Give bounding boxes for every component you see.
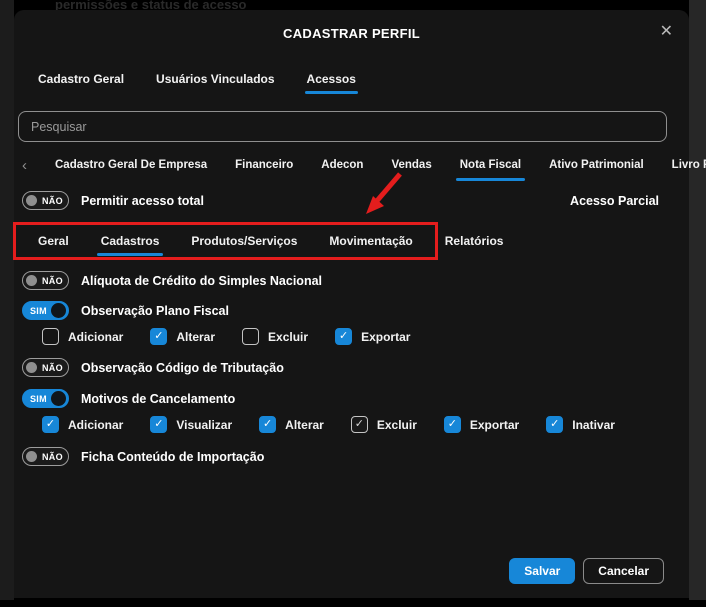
search-input[interactable]	[18, 111, 667, 142]
motivos-cancelamento-toggle[interactable]: SIM	[22, 389, 69, 408]
toggle-knob	[51, 391, 66, 406]
checkbox-label: Visualizar	[176, 418, 232, 432]
checkbox-label: Adicionar	[68, 330, 123, 344]
modal-footer: Salvar Cancelar	[509, 558, 664, 584]
access-total-label: Permitir acesso total	[81, 194, 204, 208]
chevron-left-icon[interactable]: ‹	[20, 159, 29, 173]
module-tab-nota-fiscal[interactable]: Nota Fiscal	[458, 159, 523, 183]
checkbox-label: Excluir	[268, 330, 308, 344]
checkbox-box	[242, 328, 259, 345]
aliquota-label: Alíquota de Crédito do Simples Nacional	[81, 274, 322, 288]
tab-cadastro-geral[interactable]: Cadastro Geral	[36, 72, 126, 96]
checkbox-label: Excluir	[377, 418, 417, 432]
checkbox-exportar[interactable]: ✓ Exportar	[444, 416, 519, 433]
checkbox-label: Exportar	[361, 330, 410, 344]
subtab-relatorios[interactable]: Relatórios	[443, 232, 506, 256]
cadastrar-perfil-modal: CADASTRAR PERFIL ✕ Cadastro Geral Usuári…	[14, 10, 689, 598]
toggle-knob	[26, 362, 37, 373]
observacao-codigo-toggle[interactable]: NÃO	[22, 358, 69, 377]
checkbox-adicionar[interactable]: ✓ Adicionar	[42, 416, 123, 433]
subtab-movimentacao[interactable]: Movimentação	[327, 232, 414, 256]
checkbox-adicionar[interactable]: Adicionar	[42, 328, 123, 345]
motivos-options-row: ✓ Adicionar ✓ Visualizar ✓ Alterar ✓ Exc…	[42, 416, 615, 433]
checkbox-label: Alterar	[176, 330, 215, 344]
modal-tabs: Cadastro Geral Usuários Vinculados Acess…	[36, 72, 358, 96]
toggle-state-label: NÃO	[42, 452, 63, 462]
toggle-knob	[26, 451, 37, 462]
toggle-state-label: NÃO	[42, 276, 63, 286]
tab-acessos[interactable]: Acessos	[305, 72, 358, 96]
motivos-cancelamento-label: Motivos de Cancelamento	[81, 392, 235, 406]
subtabs-highlight-box: Geral Cadastros Produtos/Serviços Movime…	[13, 222, 438, 260]
subtab-cadastros[interactable]: Cadastros	[99, 232, 162, 256]
module-tab-strip: ‹ Cadastro Geral De Empresa Financeiro A…	[20, 159, 673, 183]
aliquota-toggle[interactable]: NÃO	[22, 271, 69, 290]
toggle-state-label: SIM	[30, 394, 47, 404]
check-icon: ✓	[150, 328, 167, 345]
toggle-knob	[26, 195, 37, 206]
access-total-row: NÃO Permitir acesso total Acesso Parcial	[22, 191, 659, 210]
tab-usuarios-vinculados[interactable]: Usuários Vinculados	[154, 72, 276, 96]
cancel-button[interactable]: Cancelar	[583, 558, 664, 584]
permission-row-motivos-cancelamento: SIM Motivos de Cancelamento	[22, 389, 235, 408]
checkbox-box	[42, 328, 59, 345]
check-icon: ✓	[150, 416, 167, 433]
subtab-produtos-servicos[interactable]: Produtos/Serviços	[189, 232, 299, 256]
permission-row-observacao-codigo: NÃO Observação Código de Tributação	[22, 358, 284, 377]
check-icon: ✓	[546, 416, 563, 433]
screen: permissões e status de acesso CADASTRAR …	[0, 0, 706, 607]
observacao-plano-fiscal-toggle[interactable]: SIM	[22, 301, 69, 320]
module-tab-ativo-patrimonial[interactable]: Ativo Patrimonial	[547, 159, 646, 183]
checkbox-exportar[interactable]: ✓ Exportar	[335, 328, 410, 345]
background-left-strip	[0, 0, 14, 600]
permission-row-observacao-plano-fiscal: SIM Observação Plano Fiscal	[22, 301, 229, 320]
module-tab-cadastro-geral-de-empresa[interactable]: Cadastro Geral De Empresa	[53, 159, 209, 183]
checkbox-label: Adicionar	[68, 418, 123, 432]
ficha-conteudo-toggle[interactable]: NÃO	[22, 447, 69, 466]
checkbox-label: Alterar	[285, 418, 324, 432]
check-icon: ✓	[259, 416, 276, 433]
toggle-state-label: NÃO	[42, 363, 63, 373]
checkbox-inativar[interactable]: ✓ Inativar	[546, 416, 615, 433]
module-tab-financeiro[interactable]: Financeiro	[233, 159, 295, 183]
module-tab-livro-fiscal[interactable]: Livro Fiscal	[670, 159, 706, 183]
modal-title: CADASTRAR PERFIL	[14, 26, 689, 41]
checkbox-visualizar[interactable]: ✓ Visualizar	[150, 416, 232, 433]
toggle-state-label: NÃO	[42, 196, 63, 206]
check-icon: ✓	[335, 328, 352, 345]
checkbox-label: Exportar	[470, 418, 519, 432]
observacao-codigo-label: Observação Código de Tributação	[81, 361, 284, 375]
permission-row-ficha-conteudo: NÃO Ficha Conteúdo de Importação	[22, 447, 264, 466]
toggle-knob	[26, 275, 37, 286]
checkbox-alterar[interactable]: ✓ Alterar	[150, 328, 215, 345]
ficha-conteudo-label: Ficha Conteúdo de Importação	[81, 450, 264, 464]
check-icon: ✓	[444, 416, 461, 433]
toggle-state-label: SIM	[30, 306, 47, 316]
save-button[interactable]: Salvar	[509, 558, 575, 584]
permission-row-aliquota: NÃO Alíquota de Crédito do Simples Nacio…	[22, 271, 322, 290]
toggle-knob	[51, 303, 66, 318]
checkbox-alterar[interactable]: ✓ Alterar	[259, 416, 324, 433]
observacao-plano-fiscal-label: Observação Plano Fiscal	[81, 304, 229, 318]
access-mode-label: Acesso Parcial	[570, 194, 659, 208]
annotation-arrow	[358, 168, 410, 222]
checkbox-excluir[interactable]: Excluir	[242, 328, 308, 345]
close-icon[interactable]: ✕	[660, 24, 673, 40]
check-icon: ✓	[351, 416, 368, 433]
subtab-geral[interactable]: Geral	[36, 232, 71, 256]
checkbox-label: Inativar	[572, 418, 615, 432]
plano-fiscal-options-row: Adicionar ✓ Alterar Excluir ✓ Exportar	[42, 328, 410, 345]
access-total-toggle[interactable]: NÃO	[22, 191, 69, 210]
checkbox-excluir[interactable]: ✓ Excluir	[351, 416, 417, 433]
background-right-strip	[689, 0, 706, 600]
check-icon: ✓	[42, 416, 59, 433]
